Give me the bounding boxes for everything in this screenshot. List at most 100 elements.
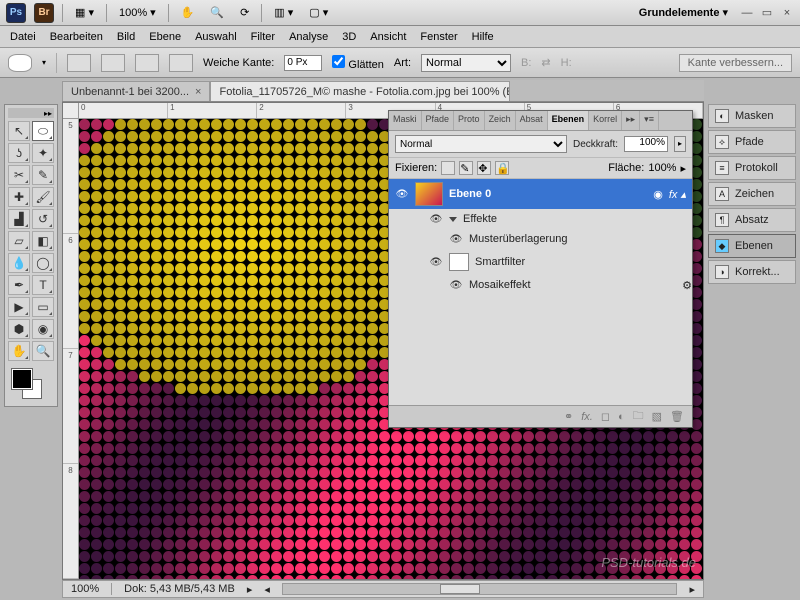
disclosure-icon[interactable] [449, 217, 457, 222]
lock-all-icon[interactable]: 🔒 [495, 161, 509, 175]
menu-ansicht[interactable]: Ansicht [370, 31, 406, 43]
lasso-tool[interactable]: ʖ [8, 143, 30, 163]
new-selection-icon[interactable] [67, 54, 91, 72]
panel-masken[interactable]: ◐Masken [708, 104, 796, 128]
visibility-toggle-icon[interactable] [449, 233, 463, 245]
3d-camera-tool[interactable]: ◉ [32, 319, 54, 339]
lock-transparency-icon[interactable] [441, 161, 455, 175]
panel-protokoll[interactable]: ≡Protokoll [708, 156, 796, 180]
feather-input[interactable] [284, 55, 322, 71]
layer-style-icon[interactable]: fx. [581, 411, 593, 423]
panel-ebenen[interactable]: ◆Ebenen [708, 234, 796, 258]
pen-tool[interactable]: ✒ [8, 275, 30, 295]
panel-menu-icon[interactable]: ▾≡ [640, 111, 659, 130]
menu-fenster[interactable]: Fenster [420, 31, 457, 43]
panel-more-icon[interactable]: ▸▸ [622, 111, 640, 130]
gradient-tool[interactable]: ◧ [32, 231, 54, 251]
new-layer-icon[interactable]: ▧ [652, 410, 662, 423]
tab-masken[interactable]: Maski [389, 111, 422, 130]
close-icon[interactable]: × [780, 6, 794, 20]
menu-analyse[interactable]: Analyse [289, 31, 328, 43]
layer-ebene-0[interactable]: Ebene 0 ◉ fx ▴ [389, 179, 692, 209]
view-extras-button[interactable]: ▦ ▾ [71, 4, 98, 21]
eyedropper-tool[interactable]: ✎ [32, 165, 54, 185]
scroll-right-icon[interactable]: ▸ [689, 583, 695, 596]
layer-fx-icon[interactable]: fx ▴ [669, 188, 686, 201]
eraser-tool[interactable]: ▱ [8, 231, 30, 251]
visibility-toggle-icon[interactable] [429, 213, 443, 225]
menu-filter[interactable]: Filter [251, 31, 275, 43]
visibility-toggle-icon[interactable] [395, 188, 409, 200]
refine-edge-button[interactable]: Kante verbessern... [679, 54, 792, 72]
visibility-toggle-icon[interactable] [429, 256, 443, 268]
tab-korrekturen[interactable]: Korrel [589, 111, 622, 130]
hand-tool-button[interactable]: ✋ [177, 4, 199, 21]
marquee-tool[interactable]: ⬭ [32, 121, 54, 141]
color-swatches[interactable] [8, 367, 54, 403]
shape-tool[interactable]: ▭ [32, 297, 54, 317]
lock-position-icon[interactable]: ✥ [477, 161, 491, 175]
layer-mask-icon[interactable]: ◻ [601, 410, 610, 423]
delete-layer-icon[interactable]: 🗑 [670, 410, 684, 423]
workspace-switcher[interactable]: Grundelemente ▾ [635, 4, 732, 21]
adjustment-layer-icon[interactable]: ◐ [618, 411, 625, 423]
tab-protokoll[interactable]: Proto [454, 111, 485, 130]
effects-group[interactable]: Effekte [389, 209, 692, 229]
tab-close-icon[interactable]: × [195, 86, 201, 98]
zoom-tool[interactable]: 🔍 [32, 341, 54, 361]
menu-ebene[interactable]: Ebene [149, 31, 181, 43]
document-tab-2[interactable]: Fotolia_11705726_M© mashe - Fotolia.com.… [210, 81, 510, 101]
maximize-icon[interactable]: ▭ [760, 6, 774, 20]
blend-mode-select[interactable]: Normal [395, 135, 567, 153]
effect-pattern-overlay[interactable]: Musterüberlagerung [389, 229, 692, 249]
healing-tool[interactable]: ✚ [8, 187, 30, 207]
menu-3d[interactable]: 3D [342, 31, 356, 43]
tab-absatz[interactable]: Absat [516, 111, 548, 130]
crop-tool[interactable]: ✂ [8, 165, 30, 185]
panel-absatz[interactable]: ¶Absatz [708, 208, 796, 232]
tab-pfade[interactable]: Pfade [422, 111, 455, 130]
tools-collapse-icon[interactable]: ▸▸ [8, 108, 54, 118]
tab-zeichen[interactable]: Zeich [485, 111, 516, 130]
ruler-vertical[interactable]: 5678 [63, 119, 79, 579]
menu-bild[interactable]: Bild [117, 31, 135, 43]
path-select-tool[interactable]: ▶ [8, 297, 30, 317]
style-select[interactable]: Normal [421, 54, 511, 72]
horizontal-scrollbar[interactable] [282, 583, 678, 595]
minimize-icon[interactable]: — [740, 6, 754, 20]
filter-options-icon[interactable]: ⚙ [682, 279, 692, 292]
zoom-level-dropdown[interactable]: 100% ▾ [115, 4, 160, 21]
menu-datei[interactable]: Datei [10, 31, 36, 43]
blur-tool[interactable]: 💧 [8, 253, 30, 273]
opacity-input[interactable]: 100% [624, 136, 668, 152]
intersect-selection-icon[interactable] [169, 54, 193, 72]
smartfilter-group[interactable]: Smartfilter [389, 249, 692, 275]
status-info-flyout-icon[interactable]: ▸ [247, 583, 253, 596]
lock-pixels-icon[interactable]: ✎ [459, 161, 473, 175]
dodge-tool[interactable]: ◯ [32, 253, 54, 273]
screen-mode-button[interactable]: ▢ ▾ [305, 4, 332, 21]
stamp-tool[interactable]: ▟ [8, 209, 30, 229]
foreground-color-swatch[interactable] [12, 369, 32, 389]
menu-hilfe[interactable]: Hilfe [472, 31, 494, 43]
panel-pfade[interactable]: ⟡Pfade [708, 130, 796, 154]
brush-tool[interactable]: 🖌 [32, 187, 54, 207]
history-brush-tool[interactable]: ↺ [32, 209, 54, 229]
arrange-documents-button[interactable]: ▥ ▾ [270, 4, 297, 21]
tool-preset-icon[interactable] [8, 54, 32, 72]
quick-select-tool[interactable]: ✦ [32, 143, 54, 163]
link-layers-icon[interactable]: ⚭ [564, 410, 573, 423]
rotate-view-button[interactable]: ⟳ [236, 4, 253, 21]
opacity-flyout-icon[interactable]: ▸ [674, 136, 686, 152]
ruler-origin[interactable] [63, 103, 79, 119]
smartfilter-mask-thumbnail[interactable] [449, 253, 469, 271]
visibility-toggle-icon[interactable] [449, 279, 463, 291]
move-tool[interactable]: ↖ [8, 121, 30, 141]
status-zoom[interactable]: 100% [71, 583, 99, 595]
panel-zeichen[interactable]: AZeichen [708, 182, 796, 206]
filter-mosaic[interactable]: Mosaikeffekt⚙ [389, 275, 692, 295]
subtract-selection-icon[interactable] [135, 54, 159, 72]
bridge-logo-icon[interactable]: Br [34, 3, 54, 23]
hand-tool[interactable]: ✋ [8, 341, 30, 361]
menu-bearbeiten[interactable]: Bearbeiten [50, 31, 103, 43]
